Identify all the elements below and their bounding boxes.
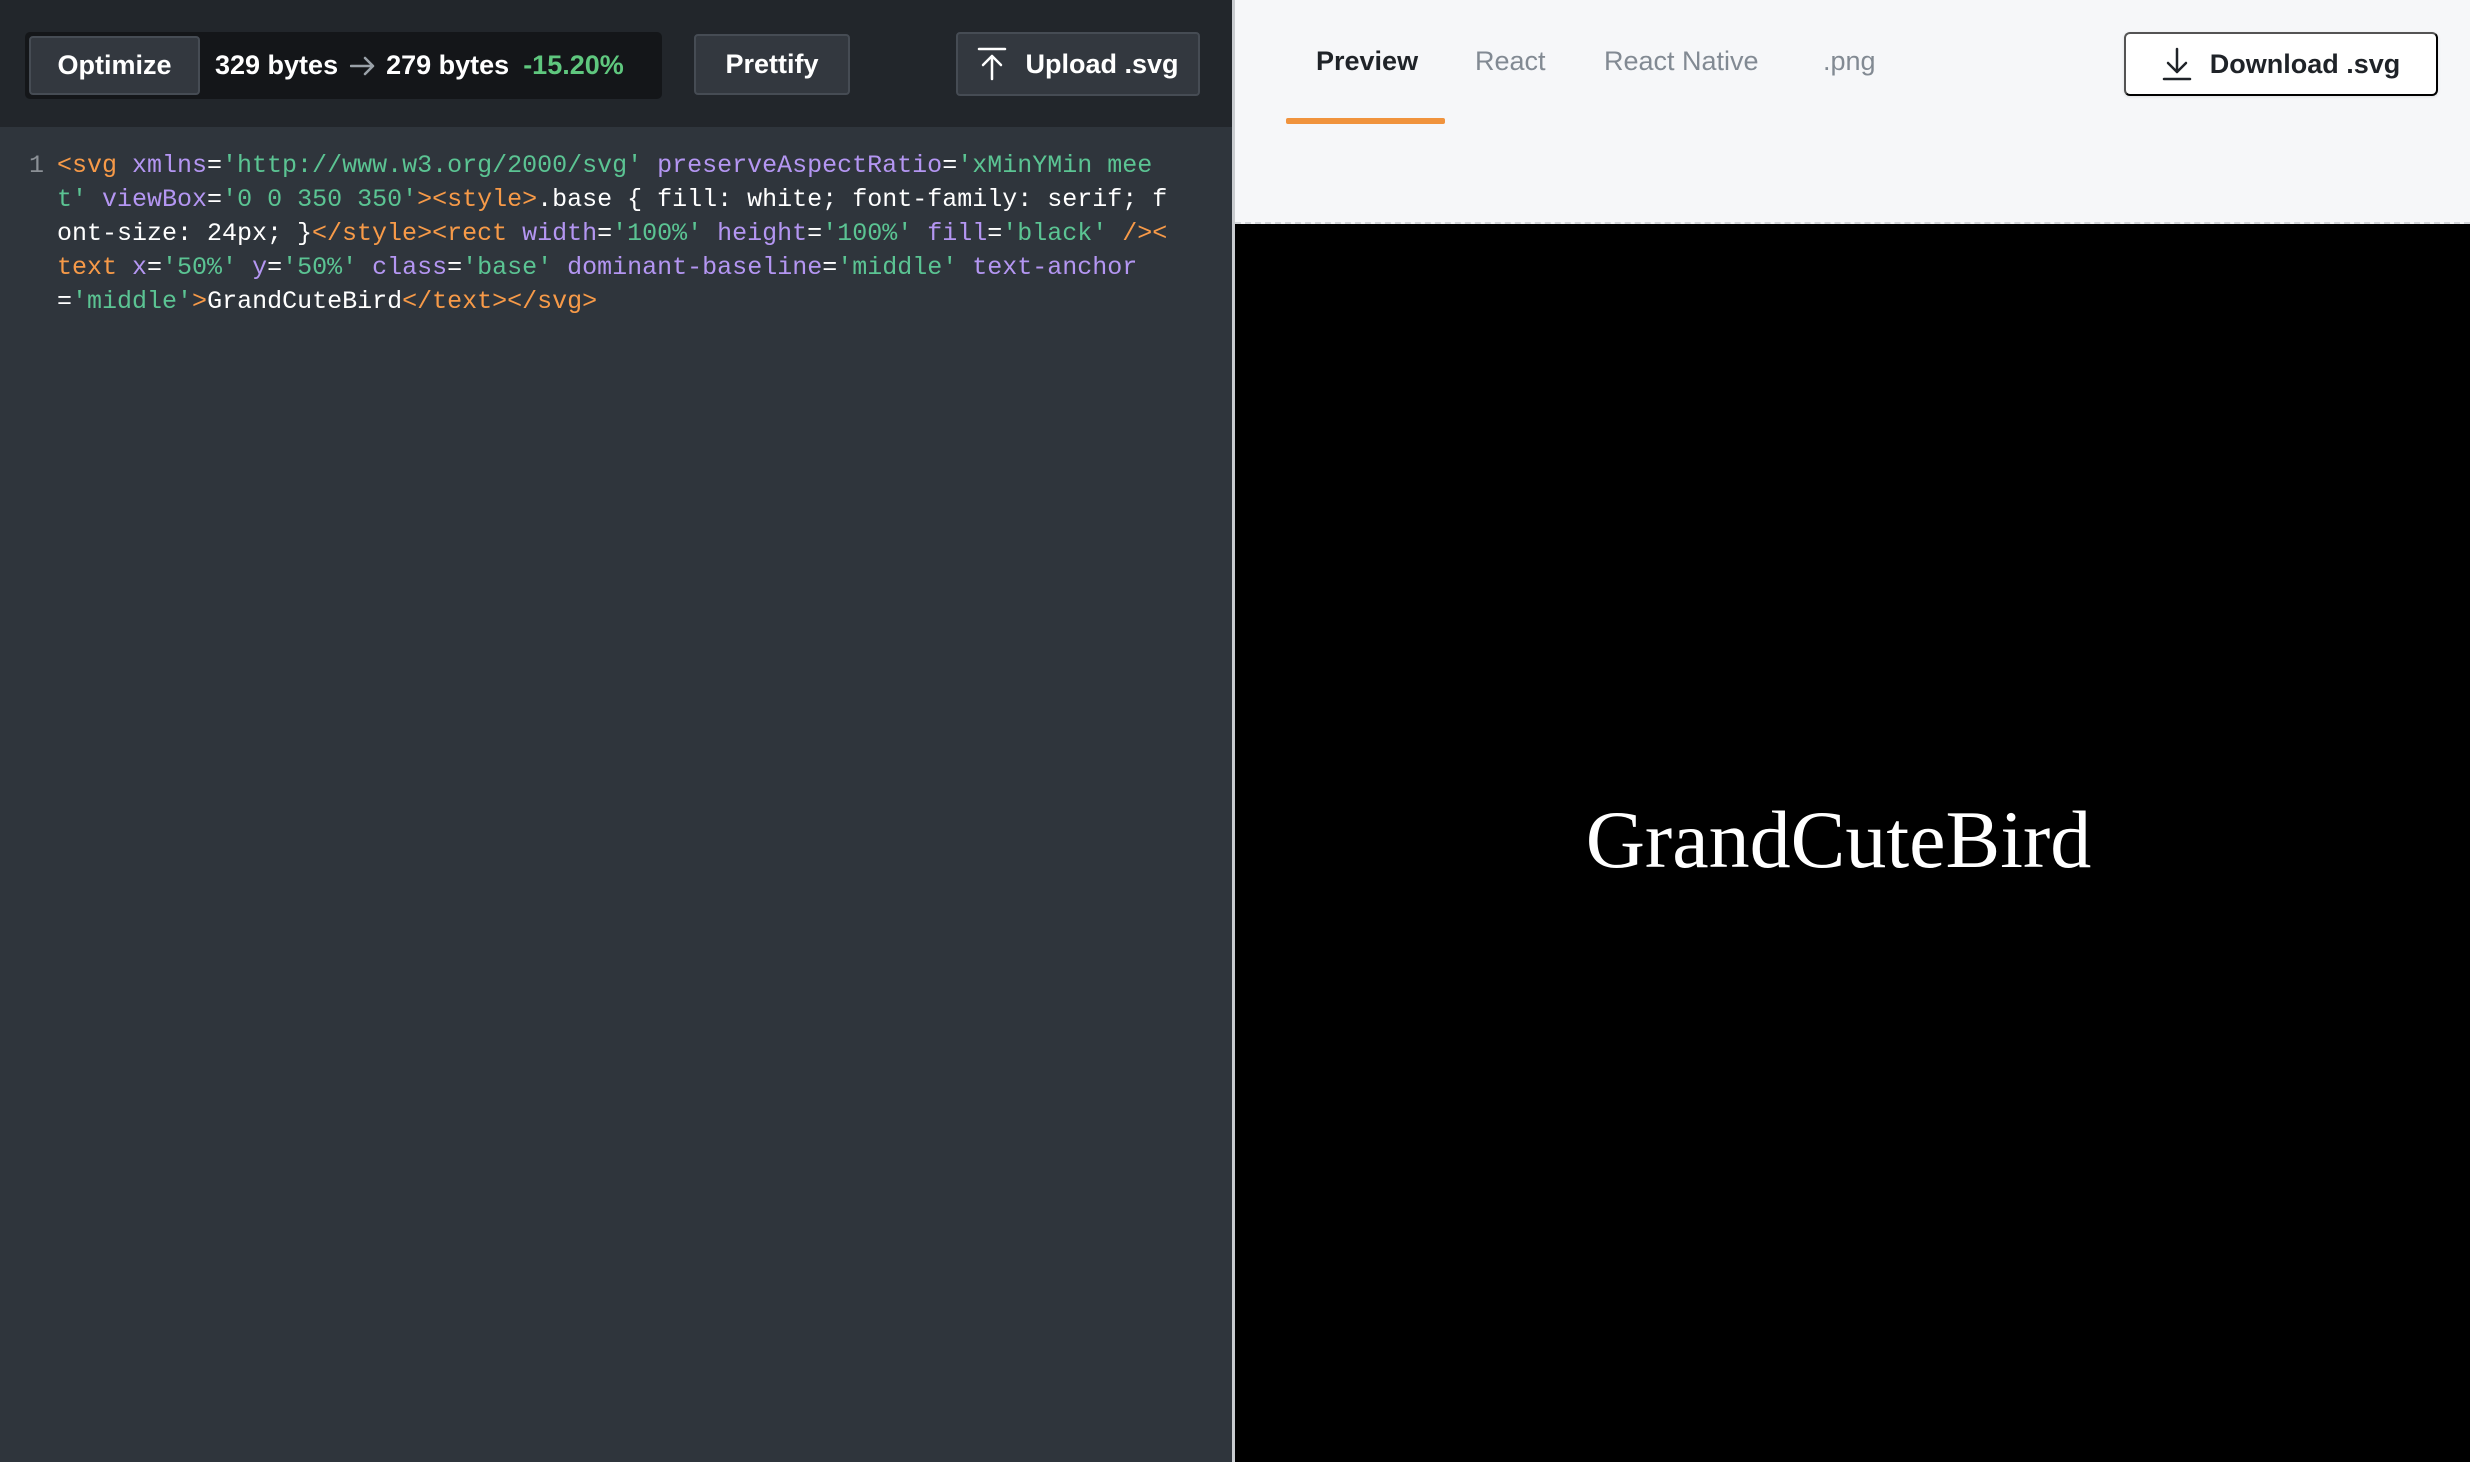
size-summary: 329 bytes 279 bytes -15.20% bbox=[215, 32, 624, 99]
line-number: 1 bbox=[28, 151, 44, 180]
original-size: 329 bytes bbox=[215, 50, 339, 80]
code-punct: = bbox=[207, 185, 223, 214]
code-punct: = bbox=[147, 253, 163, 282]
code-punct: = bbox=[597, 219, 613, 248]
code-punct: = bbox=[807, 219, 823, 248]
active-tab-indicator bbox=[1286, 118, 1445, 124]
upload-label: Upload .svg bbox=[1025, 48, 1179, 79]
svg-preview: GrandCuteBird bbox=[1235, 224, 2470, 1462]
code-value: '0 0 350 350' bbox=[222, 185, 418, 214]
code-tag: ><style> bbox=[417, 185, 538, 214]
tab-preview[interactable]: Preview bbox=[1316, 46, 1418, 77]
code-tag: </text></svg> bbox=[402, 287, 598, 316]
code-attr: xmlns bbox=[117, 151, 208, 180]
code-value: '100%' bbox=[822, 219, 913, 248]
code-attr: x bbox=[117, 253, 148, 282]
code-attr: y bbox=[237, 253, 268, 282]
code-value: 'middle' bbox=[837, 253, 958, 282]
editor-pane: Optimize 329 bytes 279 bytes -15.20% Pre… bbox=[0, 0, 1232, 1462]
code-punct: = bbox=[57, 287, 73, 316]
code-attr: height bbox=[702, 219, 808, 248]
code-value: 'middle' bbox=[72, 287, 193, 316]
code-attr: text-anchor bbox=[957, 253, 1138, 282]
prettify-button[interactable]: Prettify bbox=[694, 34, 850, 95]
tab-png[interactable]: .png bbox=[1823, 46, 1876, 77]
tab-react-native[interactable]: React Native bbox=[1604, 46, 1759, 77]
arrow-right-icon bbox=[350, 56, 376, 76]
code-attr: viewBox bbox=[87, 185, 208, 214]
code-editor[interactable]: 1 <svg xmlns='http://www.w3.org/2000/svg… bbox=[0, 127, 1232, 1462]
code-punct: = bbox=[822, 253, 838, 282]
upload-svg-button[interactable]: Upload .svg bbox=[956, 32, 1200, 96]
optimize-button[interactable]: Optimize bbox=[29, 36, 200, 95]
code-attr: dominant-baseline bbox=[552, 253, 823, 282]
download-icon bbox=[2162, 47, 2192, 81]
tab-react[interactable]: React bbox=[1475, 46, 1546, 77]
download-label: Download .svg bbox=[2209, 48, 2401, 79]
code-tag: </style><rect bbox=[312, 219, 508, 248]
code-punct: = bbox=[447, 253, 463, 282]
code-value: 'black' bbox=[1002, 219, 1108, 248]
preview-text: GrandCuteBird bbox=[1585, 794, 2092, 885]
code-value: '100%' bbox=[612, 219, 703, 248]
optimized-size: 279 bytes bbox=[386, 50, 510, 80]
code-tag: > bbox=[192, 287, 208, 316]
code-punct: = bbox=[942, 151, 958, 180]
code-attr: class bbox=[357, 253, 448, 282]
preview-pane: Preview React React Native .png Download… bbox=[1235, 0, 2470, 1462]
code-value: '50%' bbox=[162, 253, 238, 282]
code-punct: = bbox=[987, 219, 1003, 248]
code-value: 'base' bbox=[462, 253, 553, 282]
code-tag: <svg bbox=[57, 151, 118, 180]
upload-icon bbox=[977, 47, 1007, 81]
code-content: GrandCuteBird bbox=[207, 287, 403, 316]
code-attr: fill bbox=[912, 219, 988, 248]
code-value: 'http://www.w3.org/2000/svg' bbox=[222, 151, 643, 180]
code-attr: preserveAspectRatio bbox=[642, 151, 943, 180]
code-value: '50%' bbox=[282, 253, 358, 282]
reduction-percent: -15.20% bbox=[523, 50, 624, 80]
download-svg-button[interactable]: Download .svg bbox=[2124, 32, 2438, 96]
code-text[interactable]: <svg xmlns='http://www.w3.org/2000/svg' … bbox=[57, 149, 1177, 319]
code-punct: = bbox=[267, 253, 283, 282]
code-attr: width bbox=[507, 219, 598, 248]
editor-toolbar: Optimize 329 bytes 279 bytes -15.20% Pre… bbox=[0, 0, 1232, 127]
code-punct: = bbox=[207, 151, 223, 180]
optimize-group: Optimize 329 bytes 279 bytes -15.20% bbox=[25, 32, 662, 99]
